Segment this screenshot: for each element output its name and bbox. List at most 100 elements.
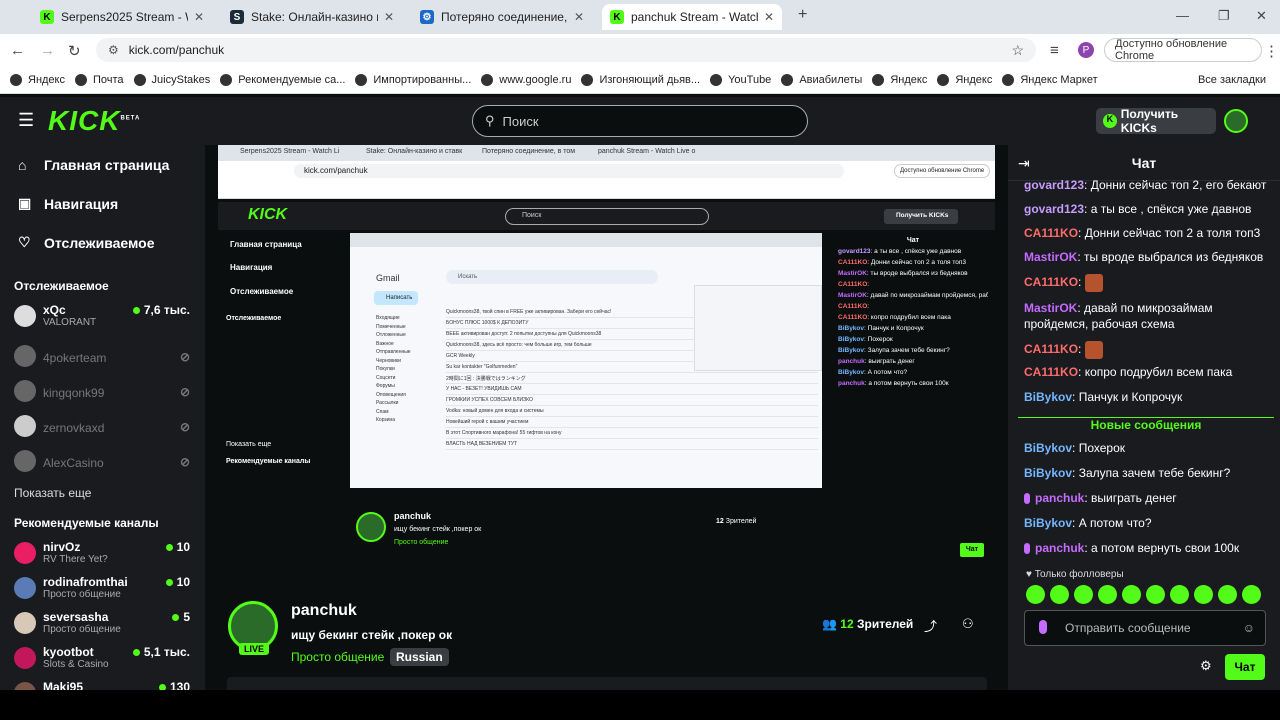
bookmark-item[interactable]: Яндекс	[937, 73, 992, 86]
emote-icon[interactable]	[1146, 585, 1165, 604]
bookmark-item[interactable]: Авиабилеты	[781, 73, 862, 86]
menu-dots-icon[interactable]: ⋮	[1264, 42, 1279, 60]
bookmark-item[interactable]: Яндекс	[10, 73, 65, 86]
chat-username[interactable]: CA111KO	[1024, 226, 1078, 240]
user-avatar[interactable]	[1224, 109, 1248, 133]
bookmark-item[interactable]: Яндекс	[872, 73, 927, 86]
recommended-channel-nirvoz[interactable]: nirvOz RV There Yet? 10	[14, 540, 194, 572]
close-tab-icon[interactable]: ✕	[764, 10, 774, 24]
recommended-channel-kyootbot[interactable]: kyootbot Slots & Casino 5,1 тыс.	[14, 645, 194, 677]
language-tag[interactable]: Russian	[390, 648, 449, 666]
gmail-row: В этот Спортивного марафона! 55 гифтов н…	[446, 430, 818, 439]
bookmark-item[interactable]: Почта	[75, 73, 124, 86]
chat-settings-icon[interactable]: ⚙	[1200, 658, 1212, 674]
gmail-folder: Спам	[376, 408, 389, 415]
following-channel-xqc[interactable]: xQc VALORANT 7,6 тыс.	[14, 303, 194, 335]
emote-icon[interactable]	[1170, 585, 1189, 604]
emote-icon[interactable]	[1074, 585, 1093, 604]
chat-message: CA111KO:	[1024, 341, 1272, 359]
video-player[interactable]: Serpens2025 Stream - Watch Li Stake: Онл…	[218, 145, 995, 583]
browser-tab[interactable]: K Serpens2025 Stream - Watch Li ✕	[32, 4, 212, 30]
chat-username[interactable]: CA111KO	[1024, 275, 1078, 289]
captured-chat-text: давай по микрозаймам пройдемся, рабочая …	[870, 292, 988, 299]
following-channel-zernovkaxd[interactable]: zernovkaxd ⊘	[14, 413, 194, 445]
chat-username[interactable]: BiBykov	[1024, 441, 1072, 455]
chat-username[interactable]: govard123	[1024, 178, 1084, 192]
chat-message: MastirOK: давай по микрозаймам пройдемся…	[1024, 301, 1213, 331]
all-bookmarks-button[interactable]: Все закладки	[1198, 74, 1266, 86]
captured-update-label: Доступно обновление Chrome	[894, 164, 990, 178]
stream-category[interactable]: Просто общение	[291, 650, 384, 664]
chat-username[interactable]: CA111KO	[1024, 342, 1078, 356]
chat-username[interactable]: CA111KO	[1024, 365, 1078, 379]
bookmark-star-icon[interactable]: ☆	[1011, 42, 1024, 59]
channel-name: AlexCasino	[43, 456, 104, 470]
emote-icon[interactable]	[1050, 585, 1069, 604]
maximize-icon[interactable]: ❐	[1218, 8, 1230, 24]
close-window-icon[interactable]: ✕	[1256, 8, 1267, 24]
following-channel-alexcasino[interactable]: AlexCasino ⊘	[14, 448, 194, 480]
chat-username[interactable]: govard123	[1024, 202, 1084, 216]
back-icon[interactable]: ←	[10, 42, 25, 59]
search-input[interactable]: ⚲ Поиск	[472, 105, 808, 137]
close-tab-icon[interactable]: ✕	[574, 10, 584, 24]
follow-user-icon[interactable]: ⚇	[962, 616, 974, 632]
browser-tab-active[interactable]: K panchuk Stream - Watch Live o ✕	[602, 4, 782, 30]
emoji-icon[interactable]: ☺	[1243, 621, 1255, 635]
following-channel-kingqonk99[interactable]: kingqonk99 ⊘	[14, 378, 194, 410]
channel-name: xQc	[43, 303, 66, 317]
emote-icon[interactable]	[1026, 585, 1045, 604]
bookmark-item[interactable]: JuicyStakes	[133, 73, 210, 86]
share-icon[interactable]: ⤴	[924, 616, 937, 635]
chat-username[interactable]: panchuk	[1035, 491, 1084, 505]
address-bar[interactable]: ⚙ kick.com/panchuk ☆	[96, 38, 1036, 62]
bookmark-item[interactable]: YouTube	[710, 73, 771, 86]
emote-icon[interactable]	[1242, 585, 1261, 604]
browser-tab[interactable]: S Stake: Онлайн-казино и ставк ✕	[222, 4, 402, 30]
new-tab-icon[interactable]: +	[798, 6, 807, 24]
emote-icon[interactable]	[1098, 585, 1117, 604]
bookmark-item[interactable]: Изгоняющий дьяв...	[581, 73, 700, 86]
new-messages-divider[interactable]: Новые сообщения	[1018, 417, 1274, 432]
chat-username[interactable]: BiBykov	[1024, 390, 1072, 404]
following-channel-4pokerteam[interactable]: 4pokerteam ⊘	[14, 343, 194, 375]
profile-avatar[interactable]: P	[1078, 42, 1094, 58]
bookmark-item[interactable]: Импортированны...	[355, 73, 471, 86]
send-chat-button[interactable]: Чат	[1225, 654, 1265, 680]
bookmark-item[interactable]: Яндекс Маркет	[1002, 73, 1098, 86]
close-tab-icon[interactable]: ✕	[384, 10, 394, 24]
reload-icon[interactable]: ↻	[68, 42, 81, 60]
nav-home[interactable]: ⌂ Главная страница	[18, 157, 169, 173]
chat-username[interactable]: BiBykov	[1024, 466, 1072, 480]
browser-tab[interactable]: ⚙ Потеряно соединение, в том ✕	[412, 4, 592, 30]
minimize-icon[interactable]: —	[1176, 8, 1189, 23]
kick-logo[interactable]: KICKBETA	[48, 105, 140, 137]
recommended-channel-maki95[interactable]: Maki95 130	[14, 680, 194, 690]
chat-username[interactable]: panchuk	[1035, 541, 1084, 555]
nav-following[interactable]: ♡ Отслеживаемое	[18, 234, 155, 251]
close-tab-icon[interactable]: ✕	[194, 10, 204, 24]
show-more-link[interactable]: Показать еще	[14, 486, 91, 500]
media-icon[interactable]: ≡	[1050, 42, 1059, 59]
recommended-heading: Рекомендуемые каналы	[14, 516, 159, 530]
emote-icon[interactable]	[1194, 585, 1213, 604]
chat-username[interactable]: MastirOK	[1024, 301, 1077, 315]
chat-input[interactable]: Отправить сообщение ☺	[1024, 610, 1266, 646]
bookmark-item[interactable]: Рекомендуемые са...	[220, 73, 345, 86]
channel-name[interactable]: panchuk	[291, 602, 357, 620]
chat-username[interactable]: BiBykov	[1024, 516, 1072, 530]
site-info-icon[interactable]: ⚙	[108, 43, 119, 57]
forward-icon[interactable]: →	[40, 42, 55, 59]
nav-browse[interactable]: ▣ Навигация	[18, 195, 118, 212]
bookmark-item[interactable]: www.google.ru	[481, 73, 571, 86]
hamburger-menu-icon[interactable]: ☰	[18, 110, 34, 131]
chrome-update-button[interactable]: Доступно обновление Chrome	[1104, 38, 1262, 62]
chat-text: копро подрубил всем пака	[1084, 365, 1233, 379]
recommended-channel-rodinafromthai[interactable]: rodinafromthai Просто общение 10	[14, 575, 194, 607]
browser-tab-bar: K Serpens2025 Stream - Watch Li ✕ S Stak…	[0, 0, 1280, 34]
recommended-channel-seversasha[interactable]: seversasha Просто общение 5	[14, 610, 194, 642]
chat-username[interactable]: MastirOK	[1024, 250, 1077, 264]
get-kicks-button[interactable]: K Получить KICKs	[1096, 107, 1216, 135]
emote-icon[interactable]	[1122, 585, 1141, 604]
emote-icon[interactable]	[1218, 585, 1237, 604]
